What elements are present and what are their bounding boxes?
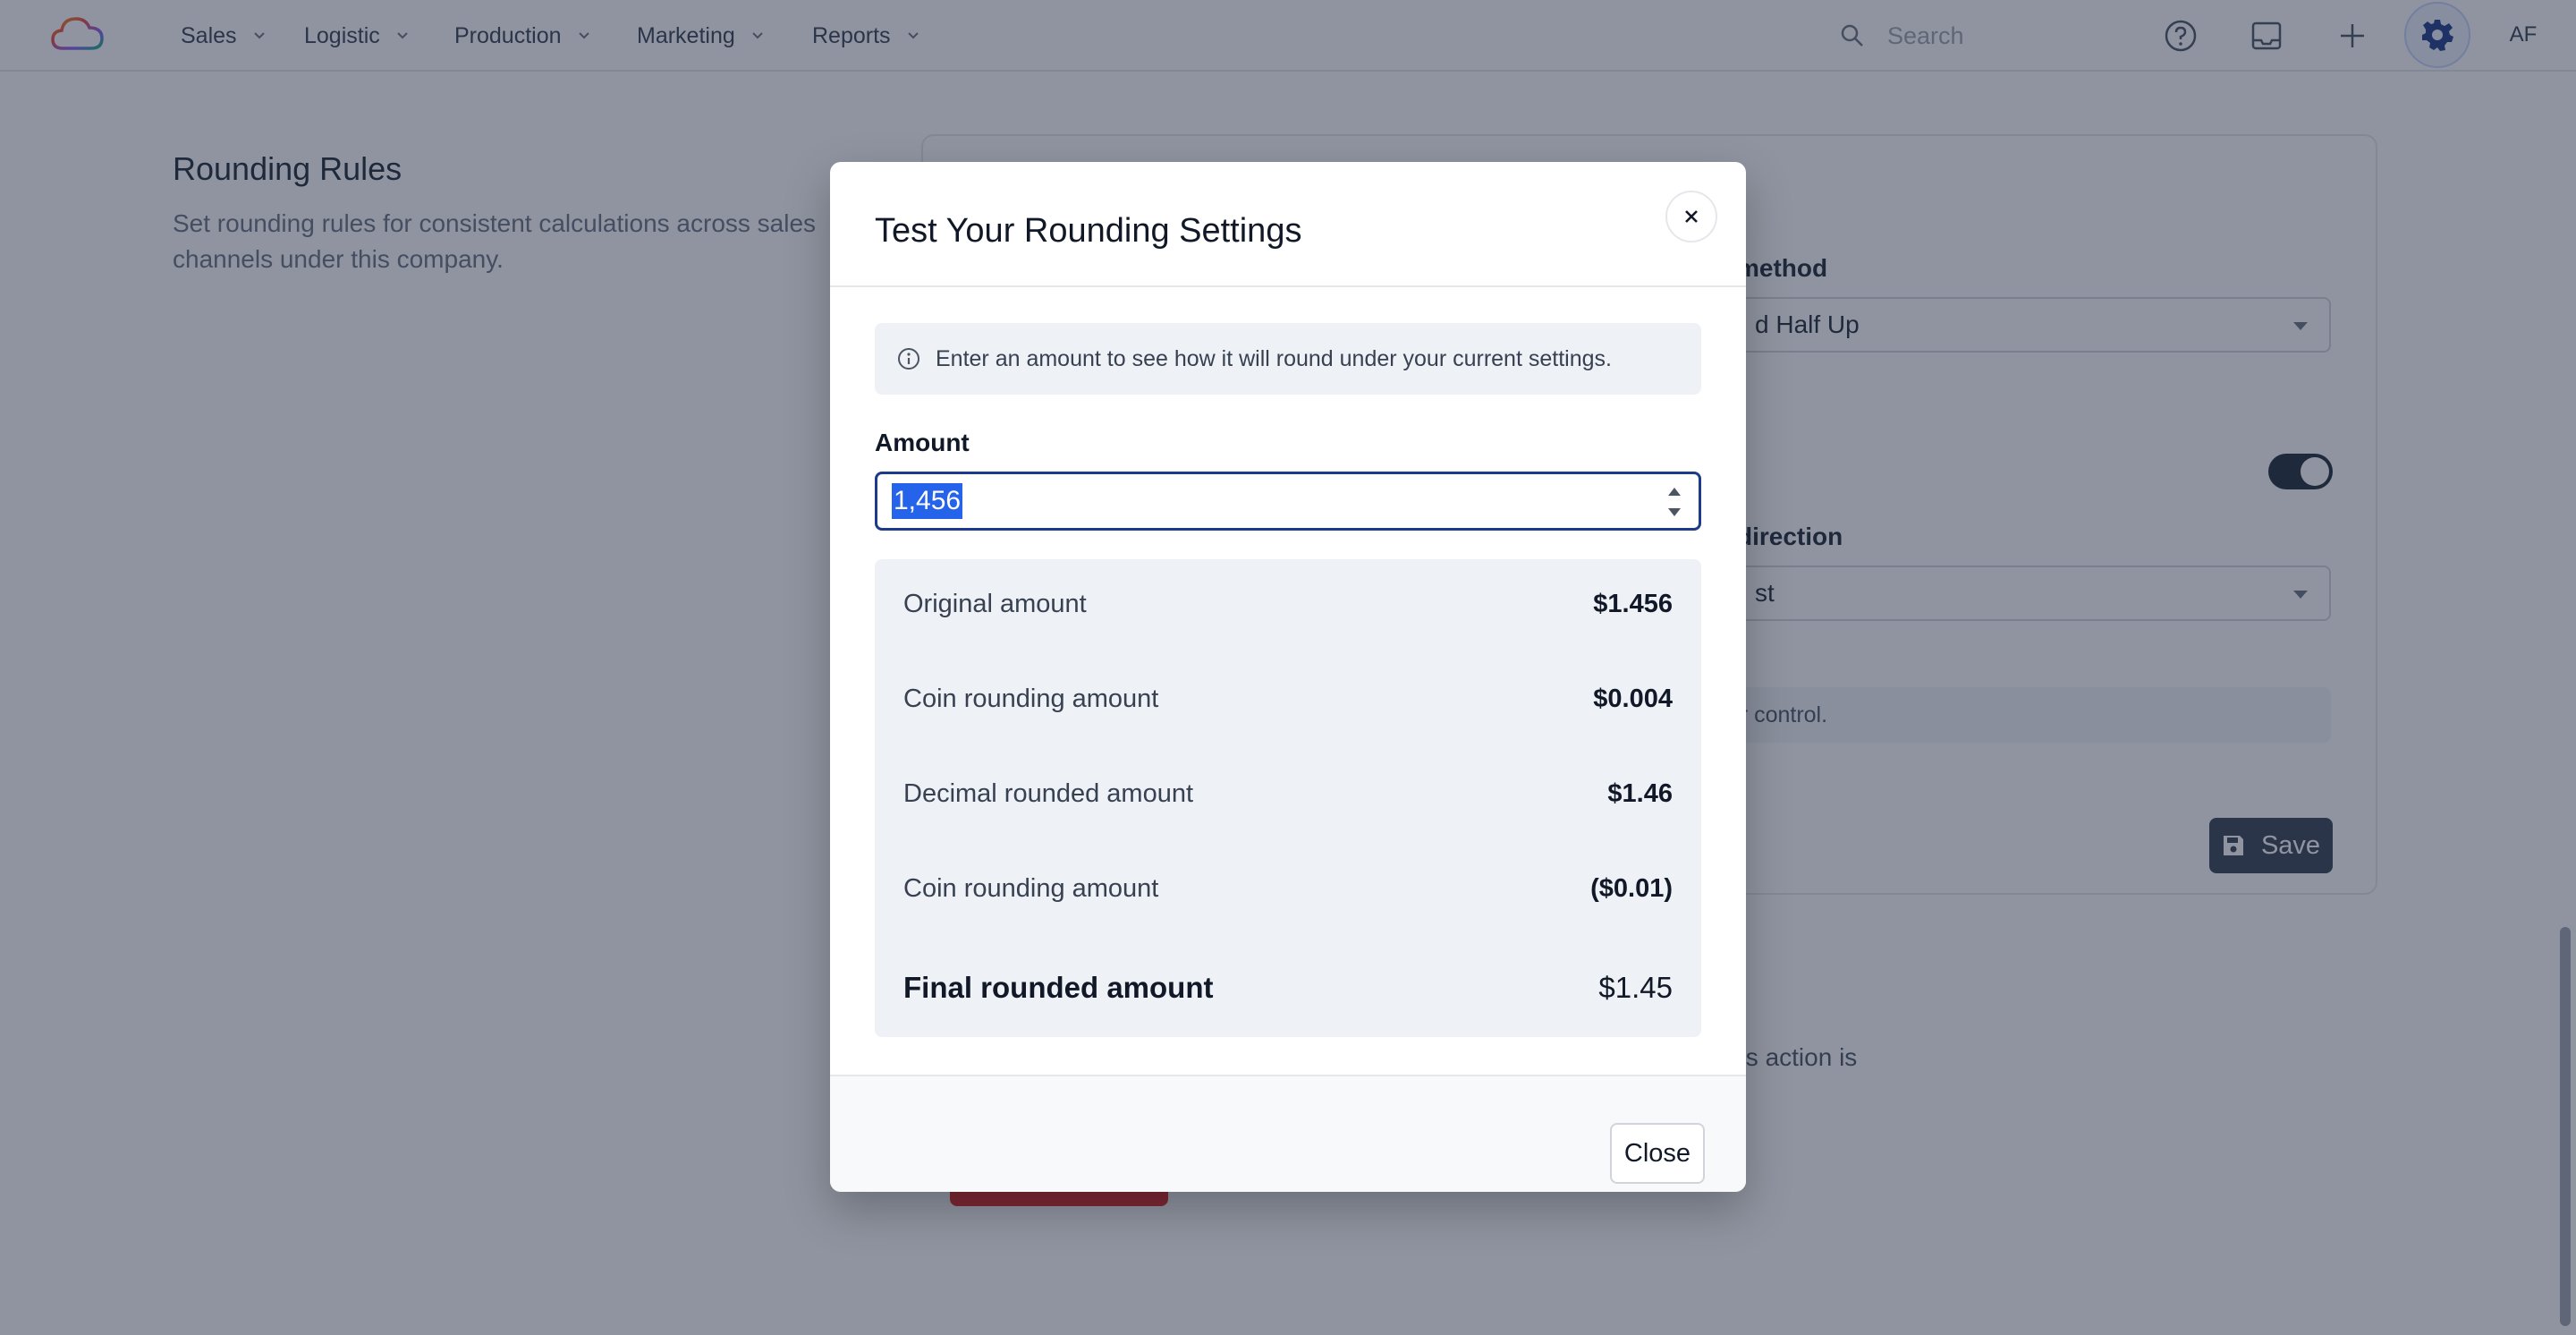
result-value: $0.004 [1593, 685, 1673, 713]
number-stepper-icon[interactable] [1665, 483, 1684, 521]
result-label: Coin rounding amount [903, 874, 1159, 903]
info-icon [898, 348, 919, 370]
result-row-final: Final rounded amount $1.45 [903, 971, 1673, 1005]
result-row-decimal-rounded: Decimal rounded amount $1.46 [903, 779, 1673, 809]
rounding-results-panel: Original amount $1.456 Coin rounding amo… [875, 559, 1701, 1037]
result-label: Decimal rounded amount [903, 779, 1194, 808]
result-row-original: Original amount $1.456 [903, 590, 1673, 619]
info-notice: Enter an amount to see how it will round… [875, 323, 1701, 395]
amount-value: 1,456 [892, 483, 963, 519]
result-value: ($0.01) [1590, 874, 1673, 903]
modal-title: Test Your Rounding Settings [875, 212, 1302, 250]
final-value: $1.45 [1598, 971, 1673, 1004]
result-label: Original amount [903, 590, 1087, 618]
result-value: $1.456 [1593, 590, 1673, 618]
close-button[interactable]: Close [1610, 1123, 1705, 1184]
modal-footer: Close [830, 1075, 1746, 1192]
test-rounding-modal: Test Your Rounding Settings Enter an amo… [830, 162, 1746, 1192]
result-value: $1.46 [1607, 779, 1673, 808]
modal-close-button[interactable] [1665, 191, 1717, 242]
close-icon [1685, 210, 1698, 223]
result-label: Coin rounding amount [903, 685, 1159, 713]
result-row-coin-rounding-2: Coin rounding amount ($0.01) [903, 874, 1673, 904]
result-row-coin-rounding: Coin rounding amount $0.004 [903, 685, 1673, 714]
amount-label: Amount [875, 429, 970, 456]
modal-header: Test Your Rounding Settings [830, 162, 1746, 287]
info-notice-text: Enter an amount to see how it will round… [936, 345, 1612, 371]
final-label: Final rounded amount [903, 971, 1214, 1004]
amount-input[interactable]: 1,456 [875, 472, 1701, 531]
